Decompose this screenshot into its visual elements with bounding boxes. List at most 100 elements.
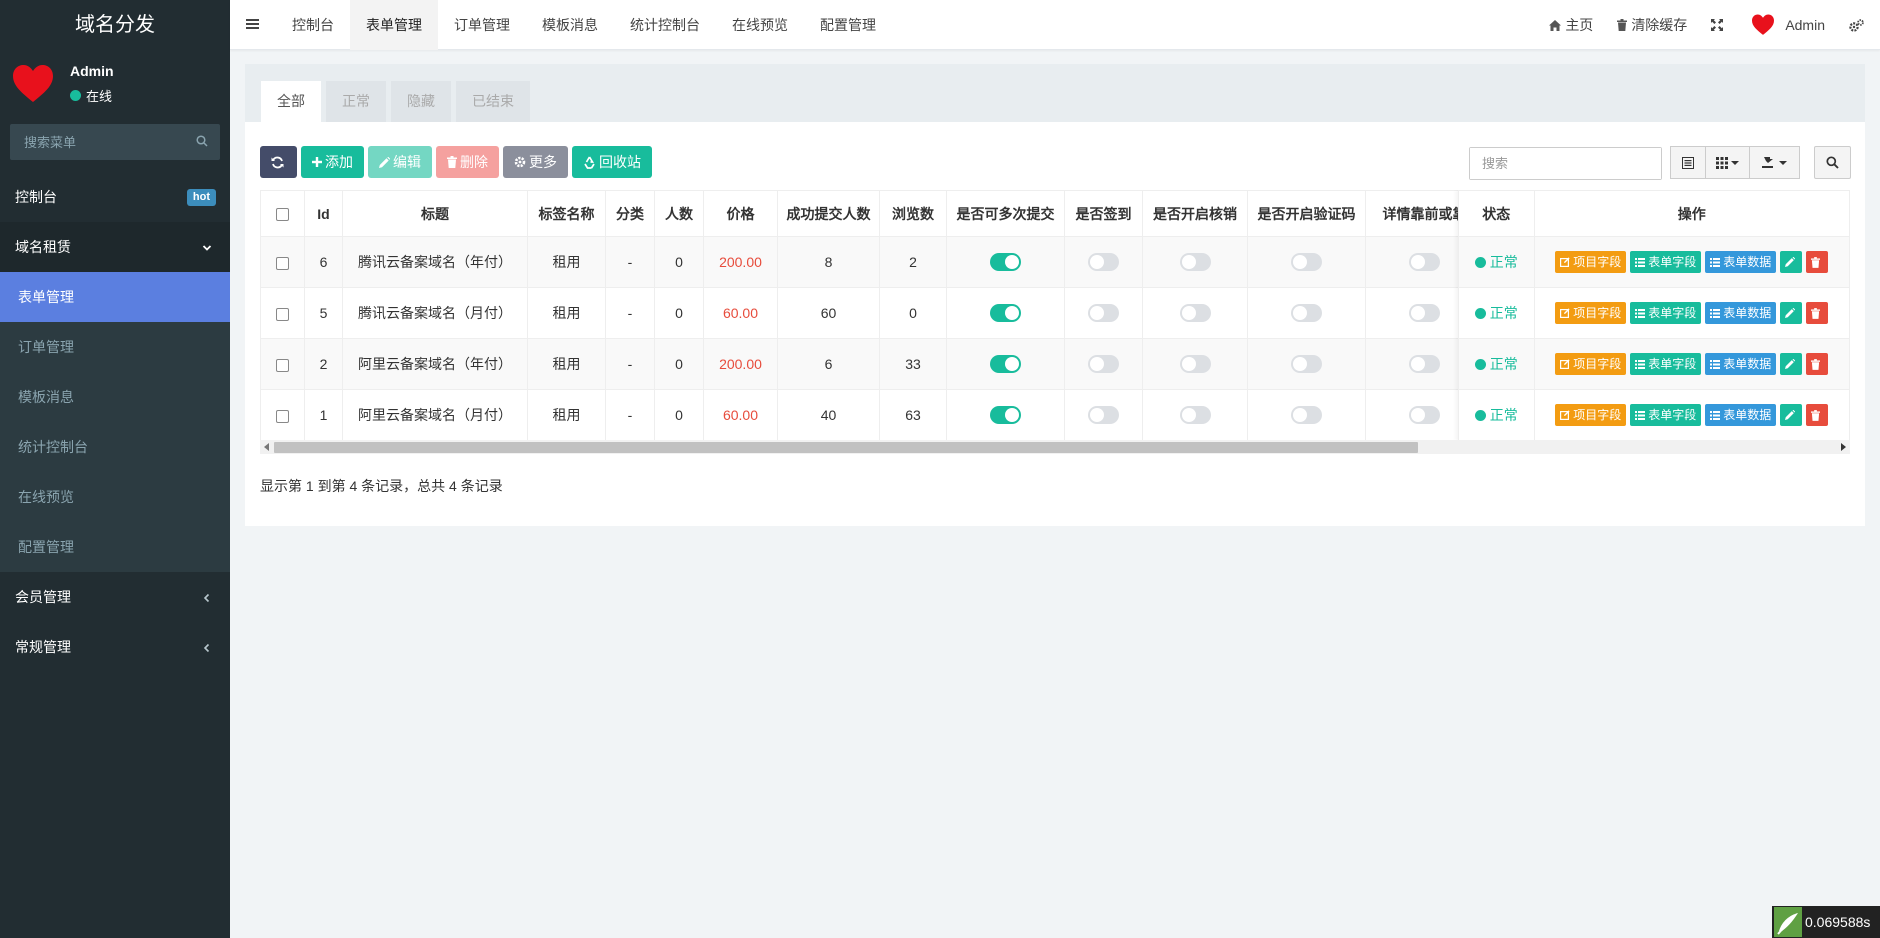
col-verify[interactable]: 是否开启核销 (1142, 190, 1248, 237)
app-logo[interactable]: 域名分发 (0, 0, 230, 50)
verify-switch[interactable] (1179, 406, 1211, 425)
search-icon[interactable] (196, 135, 208, 147)
row-checkbox[interactable] (276, 307, 289, 321)
top-tab-dashboard[interactable]: 控制台 (276, 0, 350, 50)
row-edit-button[interactable] (1780, 302, 1803, 324)
top-tab-config-management[interactable]: 配置管理 (804, 0, 892, 50)
form-data-button[interactable]: 表单数据 (1705, 251, 1777, 273)
sidebar-item-template-messages[interactable]: 模板消息 (0, 372, 230, 422)
col-title[interactable]: 标题 (342, 190, 528, 237)
sidebar-item-stats-console[interactable]: 统计控制台 (0, 422, 230, 472)
select-all-checkbox[interactable] (276, 208, 289, 222)
recycle-bin-button[interactable]: 回收站 (572, 146, 652, 178)
filter-tab-normal[interactable]: 正常 (326, 81, 386, 122)
menu-search-input[interactable] (10, 124, 220, 160)
sidebar-item-order-management[interactable]: 订单管理 (0, 322, 230, 372)
horizontal-scrollbar[interactable] (260, 440, 1850, 454)
status-badge[interactable]: 正常 (1474, 354, 1518, 374)
col-success[interactable]: 成功提交人数 (777, 190, 880, 237)
sidebar-item-dashboard[interactable]: 控制台 hot (0, 172, 230, 222)
scrollbar-thumb[interactable] (274, 442, 1418, 453)
sidebar-item-config-management[interactable]: 配置管理 (0, 522, 230, 572)
project-fields-button[interactable]: 项目字段 (1555, 353, 1627, 375)
form-data-button[interactable]: 表单数据 (1705, 404, 1777, 426)
advanced-search-button[interactable] (1814, 146, 1851, 179)
row-edit-button[interactable] (1780, 251, 1803, 273)
signin-switch[interactable] (1088, 355, 1119, 374)
row-checkbox[interactable] (276, 409, 289, 423)
user-menu[interactable]: Admin (1739, 14, 1837, 36)
sidebar-item-online-preview[interactable]: 在线预览 (0, 472, 230, 522)
signin-switch[interactable] (1088, 253, 1119, 272)
signin-switch[interactable] (1088, 406, 1119, 425)
col-captcha[interactable]: 是否开启验证码 (1247, 190, 1366, 237)
multi-submit-switch[interactable] (990, 304, 1021, 323)
multi-submit-switch[interactable] (990, 253, 1021, 272)
top-tab-template-messages[interactable]: 模板消息 (526, 0, 614, 50)
project-fields-button[interactable]: 项目字段 (1555, 251, 1627, 273)
signin-switch[interactable] (1088, 304, 1119, 323)
col-category[interactable]: 分类 (605, 190, 655, 237)
status-badge[interactable]: 正常 (1474, 405, 1518, 425)
sidebar-group-member[interactable]: 会员管理 (0, 572, 230, 622)
captcha-switch[interactable] (1291, 304, 1322, 323)
filter-tab-all[interactable]: 全部 (261, 81, 321, 122)
settings-button[interactable] (1837, 18, 1880, 32)
toggle-card-view-button[interactable] (1670, 146, 1706, 179)
multi-submit-switch[interactable] (990, 355, 1021, 374)
col-status[interactable]: 状态 (1458, 190, 1535, 237)
row-checkbox[interactable] (276, 256, 289, 270)
top-tab-form-management[interactable]: 表单管理 (350, 0, 438, 50)
edit-button[interactable]: 编辑 (368, 146, 432, 178)
row-checkbox[interactable] (276, 358, 289, 372)
col-views[interactable]: 浏览数 (879, 190, 947, 237)
form-fields-button[interactable]: 表单字段 (1630, 302, 1702, 324)
row-delete-button[interactable] (1806, 353, 1829, 375)
form-data-button[interactable]: 表单数据 (1705, 302, 1777, 324)
home-link[interactable]: 主页 (1537, 15, 1605, 35)
top-tab-order-management[interactable]: 订单管理 (438, 0, 526, 50)
row-delete-button[interactable] (1806, 302, 1829, 324)
verify-switch[interactable] (1179, 355, 1211, 374)
scroll-right-arrow-icon[interactable] (1841, 443, 1846, 451)
detail-front-switch[interactable] (1409, 253, 1440, 272)
project-fields-button[interactable]: 项目字段 (1555, 302, 1627, 324)
status-badge[interactable]: 正常 (1474, 303, 1518, 323)
clear-cache-button[interactable]: 清除缓存 (1605, 15, 1699, 35)
add-button[interactable]: 添加 (301, 146, 364, 178)
form-fields-button[interactable]: 表单字段 (1630, 404, 1702, 426)
columns-toggle-button[interactable] (1706, 146, 1750, 179)
captcha-switch[interactable] (1291, 253, 1322, 272)
delete-button[interactable]: 删除 (436, 146, 499, 178)
detail-front-switch[interactable] (1409, 406, 1440, 425)
col-price[interactable]: 价格 (703, 190, 778, 237)
export-button[interactable] (1750, 146, 1800, 179)
menu-toggle-icon[interactable] (246, 17, 259, 31)
captcha-switch[interactable] (1291, 406, 1322, 425)
col-tag[interactable]: 标签名称 (527, 190, 606, 237)
row-delete-button[interactable] (1806, 251, 1829, 273)
detail-front-switch[interactable] (1409, 355, 1440, 374)
captcha-switch[interactable] (1291, 355, 1322, 374)
sidebar-group-domain-rental[interactable]: 域名租赁 (0, 222, 230, 272)
form-data-button[interactable]: 表单数据 (1705, 353, 1777, 375)
verify-switch[interactable] (1179, 253, 1211, 272)
filter-tab-ended[interactable]: 已结束 (456, 81, 530, 122)
top-tab-online-preview[interactable]: 在线预览 (716, 0, 804, 50)
refresh-button[interactable] (260, 146, 297, 178)
row-edit-button[interactable] (1780, 404, 1803, 426)
col-id[interactable]: Id (304, 190, 343, 237)
col-signin[interactable]: 是否签到 (1064, 190, 1143, 237)
row-delete-button[interactable] (1806, 404, 1829, 426)
col-multi[interactable]: 是否可多次提交 (946, 190, 1065, 237)
project-fields-button[interactable]: 项目字段 (1555, 404, 1627, 426)
status-badge[interactable]: 正常 (1474, 252, 1518, 272)
form-fields-button[interactable]: 表单字段 (1630, 353, 1702, 375)
table-search-input[interactable] (1470, 148, 1661, 179)
more-button[interactable]: 更多 (503, 146, 568, 178)
verify-switch[interactable] (1179, 304, 1211, 323)
multi-submit-switch[interactable] (990, 406, 1021, 425)
form-fields-button[interactable]: 表单字段 (1630, 251, 1702, 273)
scroll-left-arrow-icon[interactable] (264, 443, 269, 451)
top-tab-stats-console[interactable]: 统计控制台 (614, 0, 716, 50)
